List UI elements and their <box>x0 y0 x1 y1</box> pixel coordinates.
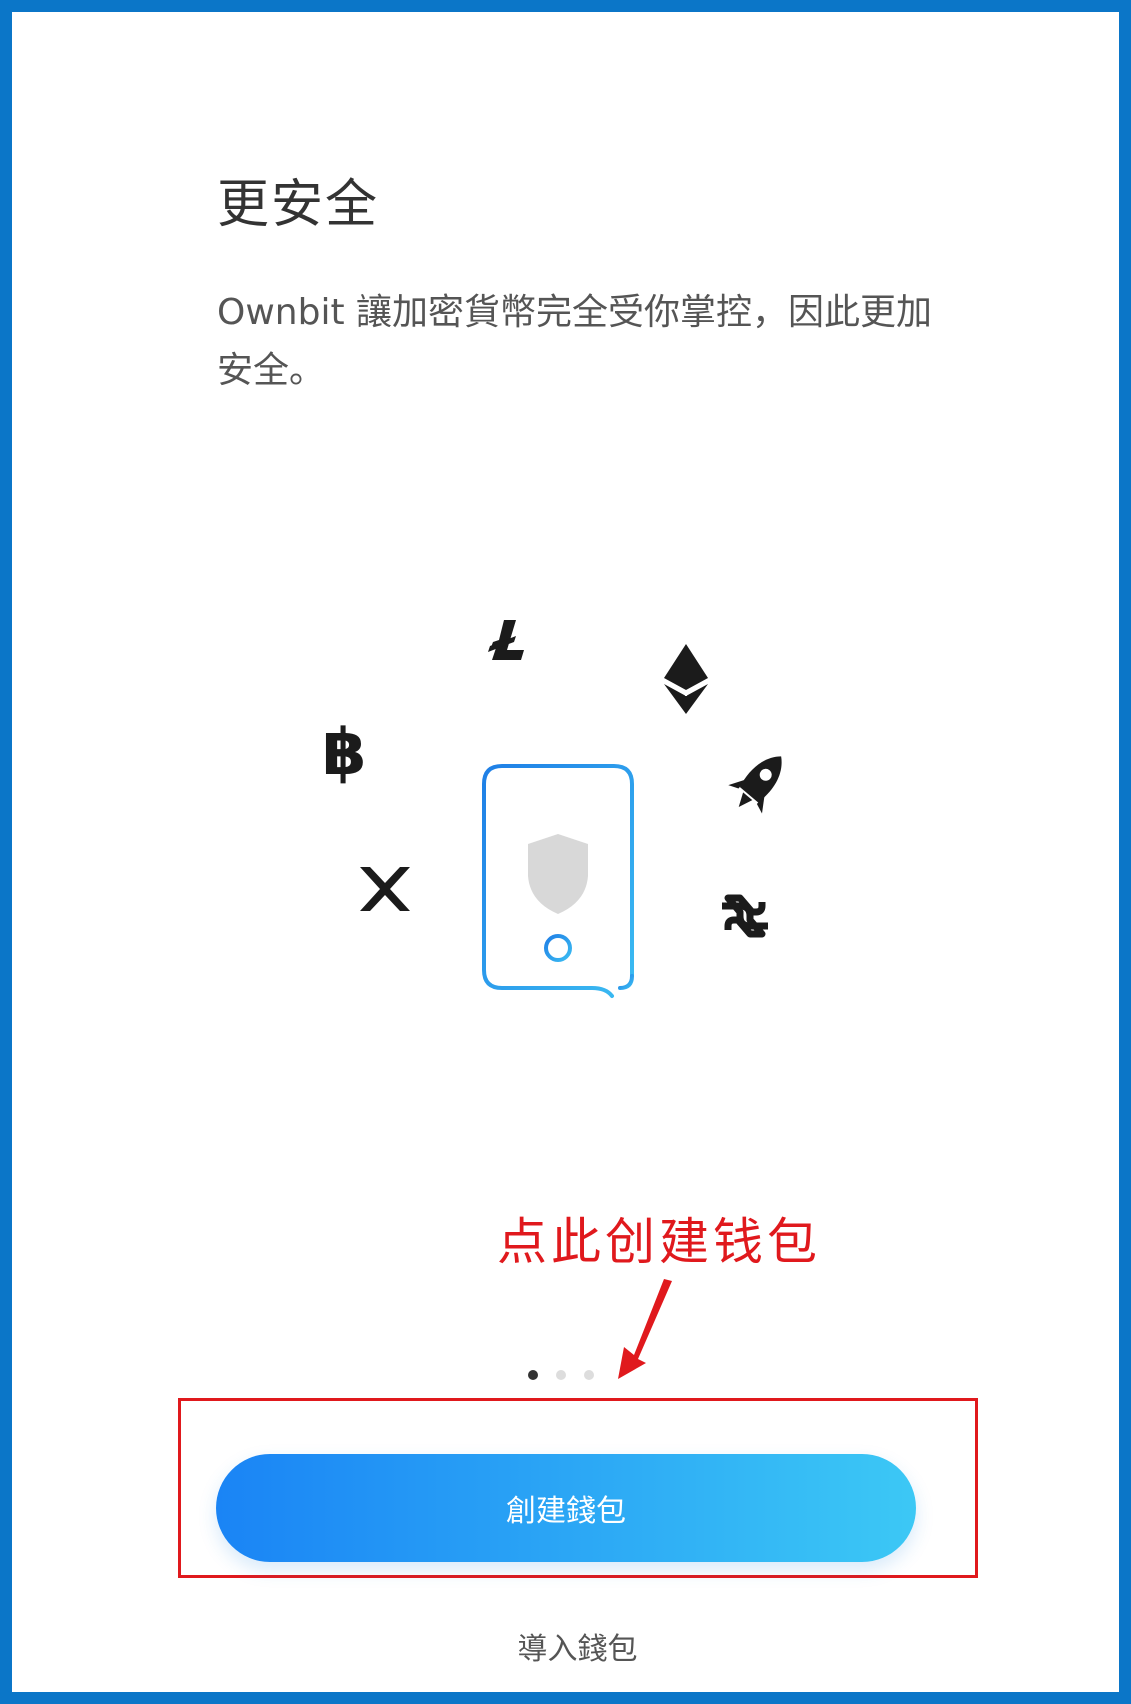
page-dot-1[interactable] <box>528 1370 538 1380</box>
stellar-rocket-icon <box>728 756 782 814</box>
svg-text:฿: ฿ <box>322 716 367 790</box>
create-wallet-annotation: 点此创建钱包 <box>497 1213 821 1271</box>
bitcoin-icon: ฿ <box>322 716 367 790</box>
phone-shield-icon <box>482 764 634 998</box>
ethereum-icon <box>664 644 708 714</box>
xrp-icon <box>360 867 410 911</box>
page-indicator <box>528 1370 594 1380</box>
page-description: Ownbit 讓加密貨幣完全受你掌控，因此更加安全。 <box>217 292 933 391</box>
crypto-security-illustration: ฿ <box>302 602 842 1022</box>
litecoin-icon <box>488 620 524 660</box>
page-dot-3[interactable] <box>584 1370 594 1380</box>
annotation-arrow-icon <box>618 1279 672 1379</box>
create-wallet-button[interactable]: 創建錢包 <box>216 1454 916 1562</box>
screenshot-frame: 更安全 Ownbit 讓加密貨幣完全受你掌控，因此更加安全。 ฿ 点此创建钱包 … <box>0 0 1131 1704</box>
decred-icon <box>722 894 768 938</box>
page-title: 更安全 <box>217 175 380 235</box>
page-dot-2[interactable] <box>556 1370 566 1380</box>
import-wallet-link[interactable]: 導入錢包 <box>12 1624 1131 1668</box>
